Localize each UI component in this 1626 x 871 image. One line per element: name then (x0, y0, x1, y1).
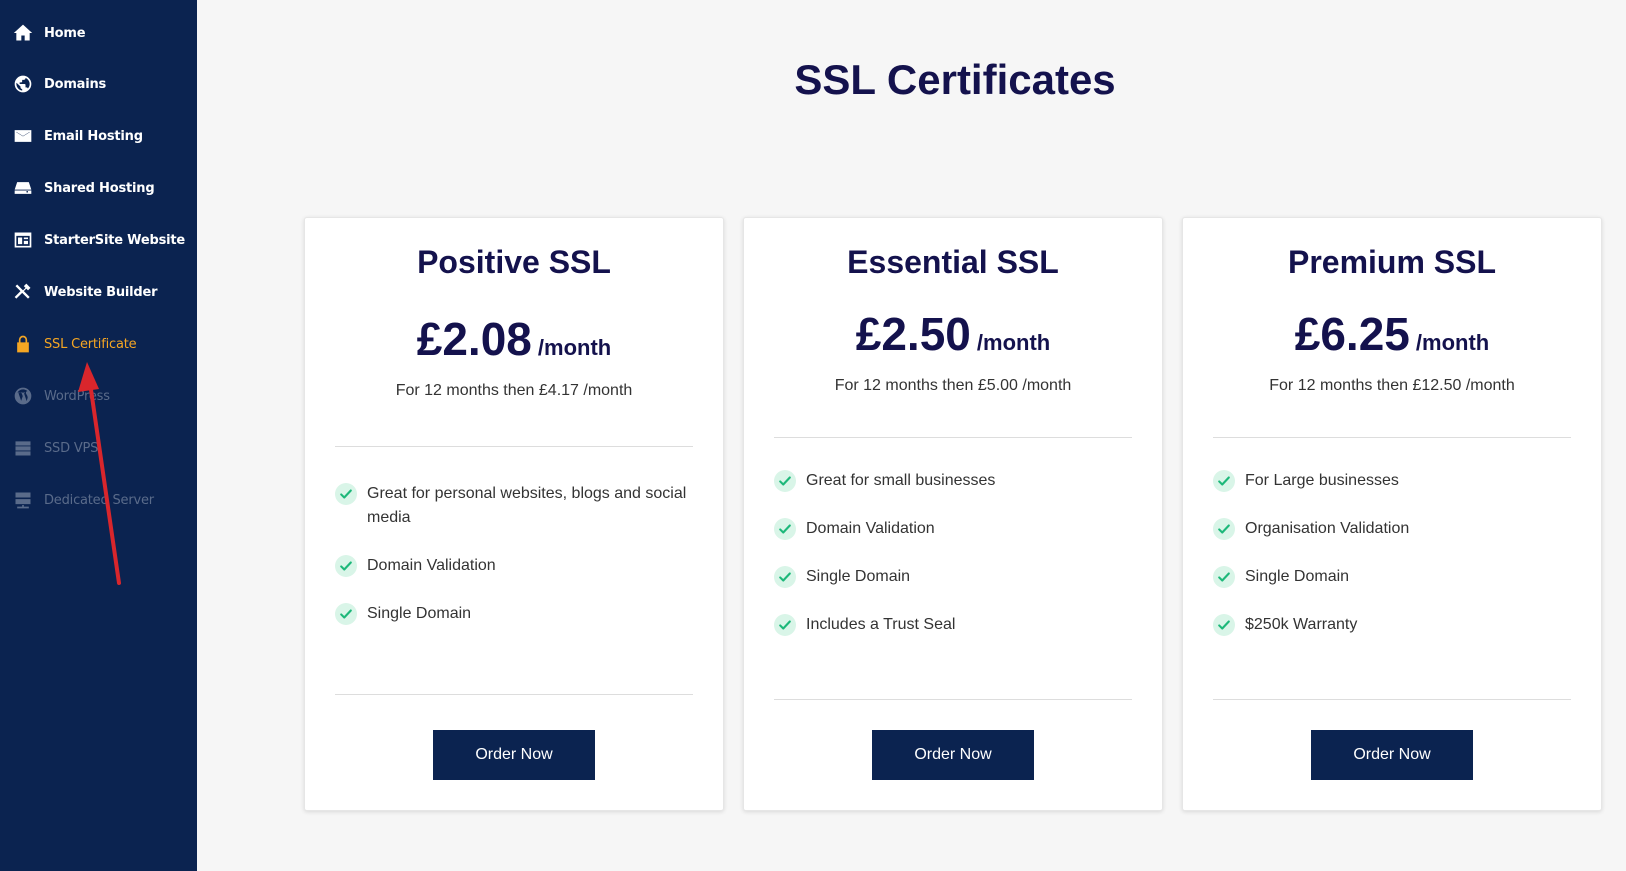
feature-text: Single Domain (806, 568, 911, 585)
feature-item: Single Domain (1213, 565, 1571, 589)
lock-icon (12, 333, 34, 355)
feature-list: Great for personal websites, blogs and s… (335, 482, 693, 650)
tools-icon (12, 281, 34, 303)
sidebar-item-label: Website Builder (44, 284, 158, 300)
feature-list: For Large businesses Organisation Valida… (1213, 469, 1571, 661)
feature-text: Organisation Validation (1245, 520, 1410, 537)
renewal-text: For 12 months then £5.00 /month (834, 377, 1072, 394)
divider (774, 699, 1132, 700)
server-rack-icon (12, 489, 34, 511)
plan-price: £2.50 (855, 308, 971, 360)
feature-item: Great for small businesses (774, 469, 1132, 493)
price-row: £2.50/month (744, 307, 1162, 361)
sidebar-item-label: StarterSite Website (44, 232, 186, 248)
feature-item: $250k Warranty (1213, 613, 1571, 637)
renewal-text: For 12 months then £12.50 /month (1269, 377, 1515, 394)
feature-item: Domain Validation (335, 554, 693, 578)
check-icon (1213, 470, 1235, 492)
feature-text: $250k Warranty (1245, 616, 1358, 633)
price-period: /month (1415, 330, 1490, 355)
plan-name: Positive SSL (417, 244, 611, 280)
check-icon (335, 555, 357, 577)
sidebar-item-domains[interactable]: Domains (0, 64, 197, 104)
feature-item: Domain Validation (774, 517, 1132, 541)
feature-item: Includes a Trust Seal (774, 613, 1132, 637)
plan-card-essential-ssl: Essential SSL £2.50/month For 12 months … (743, 217, 1163, 811)
feature-item: Single Domain (774, 565, 1132, 589)
check-icon (774, 470, 796, 492)
order-now-button[interactable]: Order Now (872, 730, 1034, 780)
sidebar-item-home[interactable]: Home (0, 13, 197, 53)
check-icon (335, 603, 357, 625)
sidebar-item-email-hosting[interactable]: Email Hosting (0, 116, 197, 156)
price-row: £6.25/month (1183, 307, 1601, 361)
feature-item: Organisation Validation (1213, 517, 1571, 541)
feature-text: Great for small businesses (806, 472, 996, 489)
sidebar-item-label: SSD VPS (44, 440, 99, 456)
feature-text: Single Domain (1245, 568, 1350, 585)
feature-text: Includes a Trust Seal (806, 616, 956, 633)
sidebar-item-website-builder[interactable]: Website Builder (0, 272, 197, 312)
server-drive-icon (12, 177, 34, 199)
plan-price: £2.08 (416, 313, 532, 365)
price-row: £2.08/month (305, 312, 723, 366)
price-period: /month (537, 335, 612, 360)
plan-name: Essential SSL (847, 244, 1059, 280)
sidebar: Home Domains Email Hosting Shared Hostin… (0, 0, 197, 871)
divider (1213, 699, 1571, 700)
check-icon (1213, 566, 1235, 588)
sidebar-item-label: SSL Certificate (44, 336, 137, 352)
sidebar-item-wordpress[interactable]: WordPress (0, 376, 197, 416)
divider (335, 446, 693, 447)
sidebar-item-label: WordPress (44, 388, 110, 404)
wordpress-icon (12, 385, 34, 407)
website-layout-icon (12, 229, 34, 251)
plan-card-positive-ssl: Positive SSL £2.08/month For 12 months t… (304, 217, 724, 811)
sidebar-item-label: Shared Hosting (44, 180, 155, 196)
divider (1213, 437, 1571, 438)
feature-text: Great for personal websites, blogs and s… (367, 485, 687, 526)
feature-item: For Large businesses (1213, 469, 1571, 493)
feature-item: Great for personal websites, blogs and s… (335, 482, 693, 530)
main-content: SSL Certificates Positive SSL £2.08/mont… (197, 0, 1626, 871)
sidebar-item-label: Home (44, 25, 86, 41)
order-now-button[interactable]: Order Now (1311, 730, 1473, 780)
home-icon (12, 22, 34, 44)
sidebar-item-label: Dedicated Server (44, 492, 154, 508)
feature-item: Single Domain (335, 602, 693, 626)
check-icon (774, 614, 796, 636)
check-icon (335, 483, 357, 505)
check-icon (1213, 518, 1235, 540)
renewal-text: For 12 months then £4.17 /month (395, 382, 633, 399)
feature-text: For Large businesses (1245, 472, 1399, 489)
page-title: SSL Certificates (794, 56, 1116, 103)
check-icon (774, 518, 796, 540)
check-icon (774, 566, 796, 588)
feature-text: Domain Validation (367, 557, 496, 574)
envelope-icon (12, 125, 34, 147)
divider (774, 437, 1132, 438)
feature-text: Single Domain (367, 605, 472, 622)
plan-name: Premium SSL (1287, 244, 1497, 280)
sidebar-item-ssl-certificate[interactable]: SSL Certificate (0, 324, 197, 364)
sidebar-item-startersite-website[interactable]: StarterSite Website (0, 220, 197, 260)
sidebar-item-ssd-vps[interactable]: SSD VPS (0, 428, 197, 468)
sidebar-item-label: Email Hosting (44, 128, 143, 144)
globe-icon (12, 73, 34, 95)
sidebar-item-label: Domains (44, 76, 107, 92)
sidebar-item-dedicated-server[interactable]: Dedicated Server (0, 480, 197, 520)
check-icon (1213, 614, 1235, 636)
order-now-button[interactable]: Order Now (433, 730, 595, 780)
feature-text: Domain Validation (806, 520, 935, 537)
plan-card-premium-ssl: Premium SSL £6.25/month For 12 months th… (1182, 217, 1602, 811)
ssd-icon (12, 437, 34, 459)
plan-price: £6.25 (1294, 308, 1410, 360)
sidebar-item-shared-hosting[interactable]: Shared Hosting (0, 168, 197, 208)
divider (335, 694, 693, 695)
price-period: /month (976, 330, 1051, 355)
feature-list: Great for small businesses Domain Valida… (774, 469, 1132, 661)
